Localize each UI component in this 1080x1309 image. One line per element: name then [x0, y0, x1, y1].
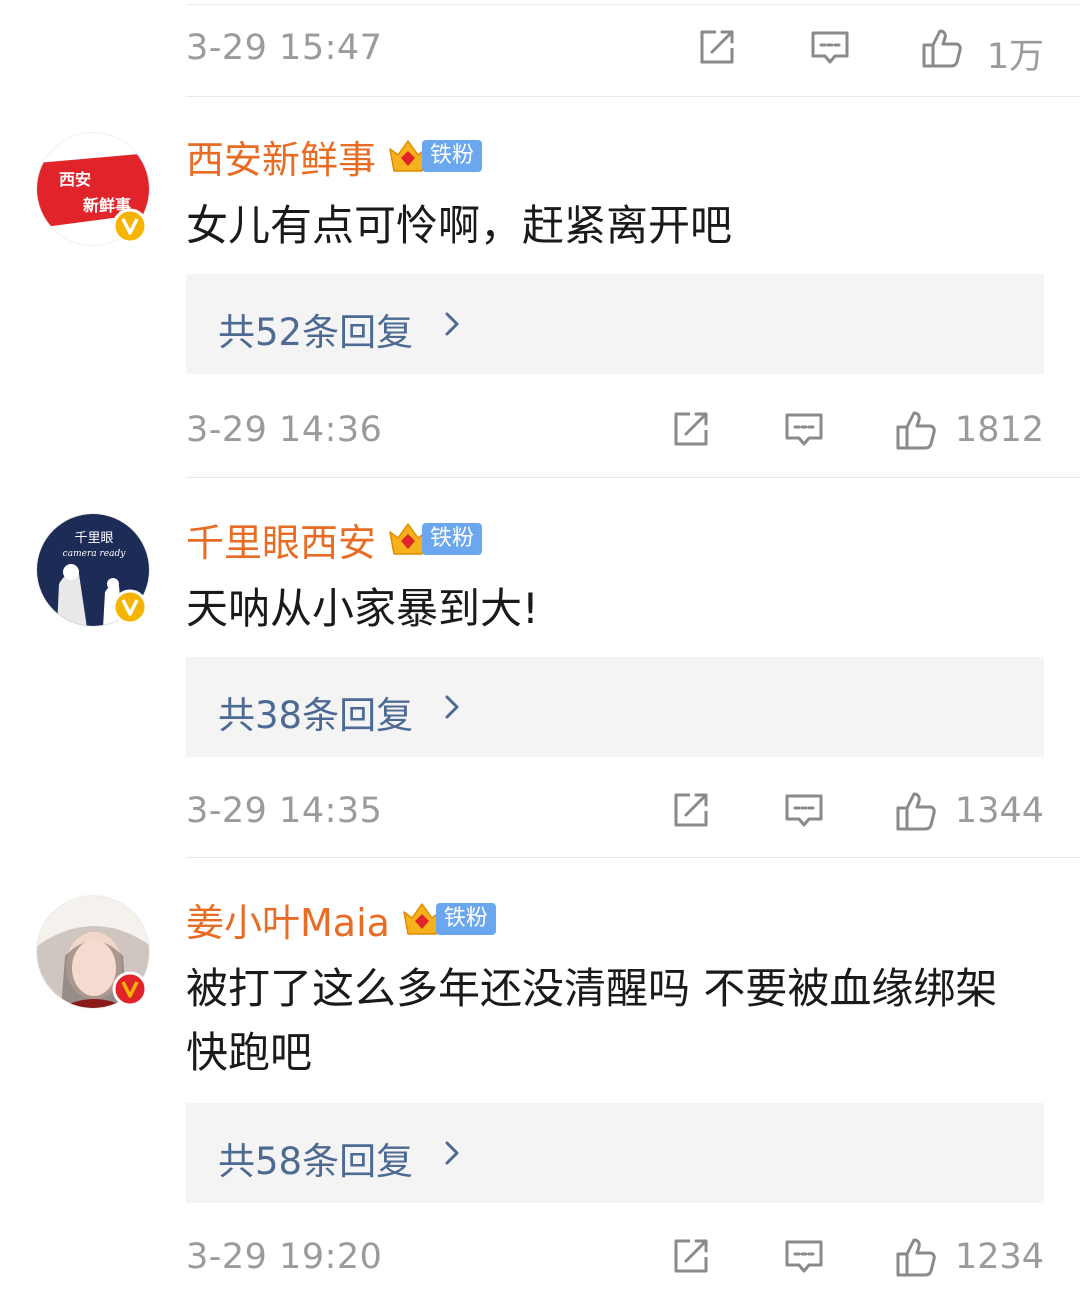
username-row: 西安新鲜事 铁粉 [186, 132, 483, 182]
comment-text: 天呐从小家暴到大! [186, 584, 539, 633]
comment-icon[interactable] [808, 26, 852, 70]
comment-icon[interactable] [782, 1235, 826, 1279]
comment-meta-row: 3-29 14:35 1344 [186, 781, 1044, 841]
username[interactable]: 西安新鲜事 [186, 129, 376, 184]
divider [186, 477, 1080, 478]
share-icon[interactable] [668, 408, 712, 452]
chevron-right-icon [438, 1139, 466, 1167]
reply-count-link[interactable]: 共38条回复 [218, 685, 413, 739]
comment-meta-row: 3-29 15:47 1万 [186, 18, 1044, 78]
reply-box[interactable]: 共52条回复 [186, 274, 1044, 374]
comment-meta-row: 3-29 19:20 1234 [186, 1227, 1044, 1287]
fan-badge-label: 铁粉 [435, 903, 496, 935]
comment-icon[interactable] [782, 408, 826, 452]
username-row: 姜小叶Maia 铁粉 [186, 895, 496, 945]
username[interactable]: 姜小叶Maia [186, 892, 390, 947]
divider [186, 96, 1080, 97]
share-icon[interactable] [668, 1235, 712, 1279]
chevron-right-icon [438, 693, 466, 721]
like-count[interactable]: 1万 [987, 28, 1044, 79]
like-count[interactable]: 1344 [955, 791, 1044, 831]
avatar-text-1: 千里眼 [74, 531, 113, 546]
like-count[interactable]: 1812 [955, 410, 1044, 450]
comment-time: 3-29 14:36 [186, 410, 383, 450]
thumbs-up-icon[interactable] [920, 26, 964, 70]
thumbs-up-icon[interactable] [894, 408, 938, 452]
thumbs-up-icon[interactable] [894, 789, 938, 833]
verified-badge-icon [112, 589, 148, 625]
share-icon[interactable] [694, 26, 738, 70]
comment-text: 被打了这么多年还没清醒吗 不要被血缘绑架 快跑吧 [186, 964, 998, 1077]
reply-box[interactable]: 共58条回复 [186, 1103, 1044, 1203]
comment-time: 3-29 15:47 [186, 28, 383, 68]
avatar-text-1: 西安 [59, 170, 91, 189]
fan-badge-label: 铁粉 [422, 140, 483, 172]
username[interactable]: 千里眼西安 [186, 512, 376, 567]
chevron-right-icon [438, 310, 466, 338]
reply-box[interactable]: 共38条回复 [186, 657, 1044, 757]
reply-count-link[interactable]: 共58条回复 [218, 1131, 413, 1185]
reply-count-link[interactable]: 共52条回复 [218, 302, 413, 356]
share-icon[interactable] [668, 789, 712, 833]
comment-meta-row: 3-29 14:36 1812 [186, 400, 1044, 460]
fan-badge: 铁粉 [386, 137, 483, 175]
fan-badge-label: 铁粉 [422, 523, 483, 555]
top-divider [186, 4, 1080, 5]
thumbs-up-icon[interactable] [894, 1235, 938, 1279]
verified-badge-icon [112, 971, 148, 1007]
fan-badge: 铁粉 [386, 520, 483, 558]
comment-time: 3-29 19:20 [186, 1237, 383, 1277]
fan-badge: 铁粉 [400, 900, 496, 938]
comment-text: 女儿有点可怜啊，赶紧离开吧 [186, 201, 733, 250]
like-count[interactable]: 1234 [955, 1237, 1044, 1277]
divider [186, 857, 1080, 858]
comment-icon[interactable] [782, 789, 826, 833]
comment-time: 3-29 14:35 [186, 791, 383, 831]
avatar-text-2: camera ready [63, 549, 127, 559]
username-row: 千里眼西安 铁粉 [186, 515, 483, 565]
verified-badge-icon [112, 208, 148, 244]
